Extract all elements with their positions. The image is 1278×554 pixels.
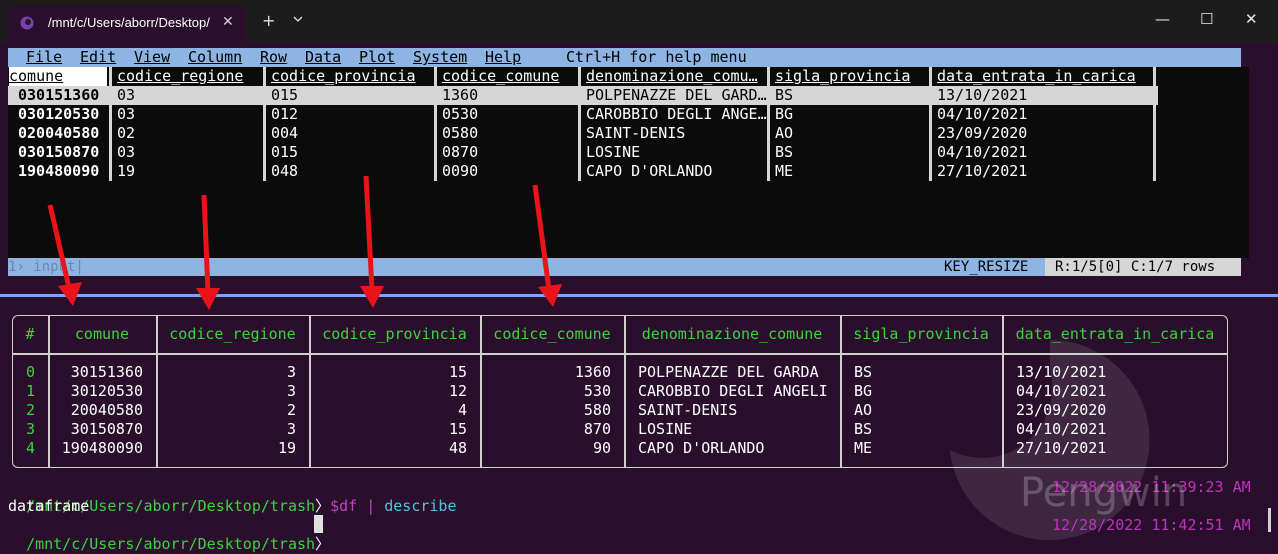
arrow: [201, 194, 211, 293]
arrow: [538, 284, 562, 307]
arrow: [47, 204, 73, 293]
arrow: [360, 286, 384, 308]
annotation-arrows: [47, 175, 562, 310]
arrow: [58, 282, 82, 306]
arrow: [363, 175, 375, 291]
arrow: [532, 184, 552, 291]
arrow: [196, 288, 220, 310]
